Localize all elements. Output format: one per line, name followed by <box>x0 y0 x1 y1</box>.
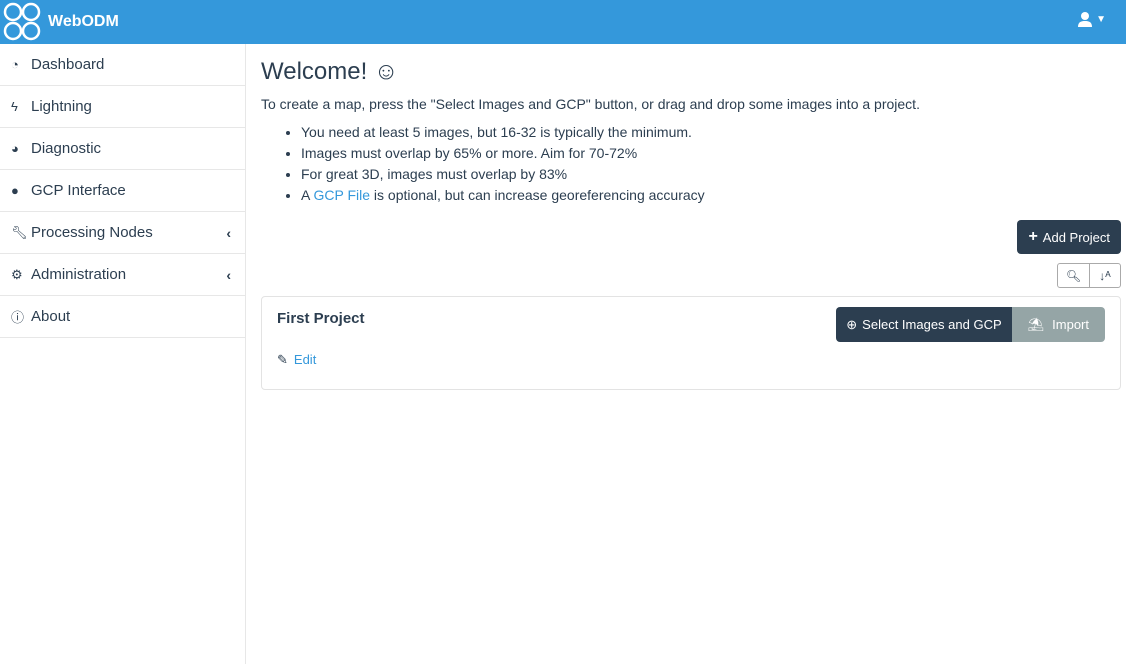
import-icon: ⛱ <box>1027 316 1045 332</box>
sidebar-item-processing-nodes[interactable]: 🔧︎ Processing Nodes ‹ <box>0 212 245 254</box>
tip-text: is optional, but can increase georeferen… <box>370 187 705 203</box>
edit-label: Edit <box>293 352 317 367</box>
tip-item: A GCP File is optional, but can increase… <box>301 185 1121 206</box>
chevron-left-icon: ‹ <box>226 224 231 241</box>
main-content: Welcome! ☺ To create a map, press the "S… <box>261 44 1121 390</box>
edit-icon: ✎ <box>277 352 288 367</box>
sidebar-item-diagnostic[interactable]: ◕ Diagnostic <box>0 128 245 170</box>
tip-item: You need at least 5 images, but 16-32 is… <box>301 122 1121 143</box>
top-navbar: WebODM ▼ <box>0 0 1126 44</box>
sidebar-item-about[interactable]: ⓘ About <box>0 296 245 338</box>
brand-name[interactable]: WebODM <box>48 13 119 31</box>
sidebar: ◔ Dashboard ϟ Lightning ◕ Diagnostic ● GCP I… <box>0 44 246 664</box>
tip-text: A <box>301 187 314 203</box>
select-images-button[interactable]: ⊕ Select Images and GCP <box>836 307 1012 342</box>
project-tools: 🔍︎ ↓ᴬ <box>1057 263 1121 288</box>
intro-text: To create a map, press the "Select Image… <box>261 96 920 112</box>
user-icon <box>1078 12 1093 27</box>
webodm-logo-icon[interactable] <box>3 2 43 42</box>
gcp-file-link[interactable]: GCP File <box>313 187 370 203</box>
sidebar-item-dashboard[interactable]: ◔ Dashboard <box>0 44 245 86</box>
page-title: Welcome! ☺ <box>261 58 399 85</box>
map-marker-icon: ● <box>11 183 19 198</box>
sidebar-item-label: Dashboard <box>31 56 105 73</box>
sidebar-item-gcp-interface[interactable]: ● GCP Interface <box>0 170 245 212</box>
import-label: Import <box>1052 317 1089 332</box>
caret-down-icon: ▼ <box>1096 14 1106 25</box>
sidebar-item-lightning[interactable]: ϟ Lightning <box>0 86 245 128</box>
chevron-left-icon: ‹ <box>226 266 231 283</box>
import-button[interactable]: ⛱ Import <box>1011 307 1105 342</box>
select-images-label: Select Images and GCP <box>862 317 1002 332</box>
sidebar-item-label: About <box>31 308 71 325</box>
info-circle-icon: ⓘ <box>11 310 25 325</box>
sidebar-item-label: Administration <box>31 266 127 283</box>
tip-item: For great 3D, images must overlap by 83% <box>301 164 1121 185</box>
tip-item: Images must overlap by 65% or more. Aim … <box>301 143 1121 164</box>
add-project-button[interactable]: + Add Project <box>1017 220 1121 254</box>
sidebar-item-label: GCP Interface <box>31 182 126 199</box>
sort-alpha-icon[interactable]: ↓ᴬ <box>1089 264 1120 287</box>
upload-circle-icon: ⊕ <box>846 316 858 332</box>
sidebar-item-label: Diagnostic <box>31 140 102 157</box>
edit-project-link[interactable]: ✎ Edit <box>277 352 316 368</box>
sidebar-item-label: Lightning <box>31 98 92 115</box>
sidebar-item-administration[interactable]: ⚙ Administration ‹ <box>0 254 245 296</box>
pie-chart-icon: ◕ <box>11 141 19 156</box>
search-icon[interactable]: 🔍︎ <box>1058 264 1089 287</box>
user-menu[interactable]: ▼ <box>1078 12 1106 27</box>
tips-list: You need at least 5 images, but 16-32 is… <box>301 122 1121 206</box>
bolt-icon: ϟ <box>11 99 18 114</box>
project-name[interactable]: First Project <box>277 310 365 327</box>
add-project-label: Add Project <box>1042 229 1110 245</box>
plus-icon: + <box>1028 228 1038 245</box>
tachometer-icon: ◔ <box>11 57 19 72</box>
project-panel: First Project ⊕ Select Images and GCP ⛱ Im… <box>261 296 1121 390</box>
cogs-icon: ⚙ <box>11 266 23 282</box>
sidebar-item-label: Processing Nodes <box>31 224 153 241</box>
wrench-icon: 🔧︎ <box>11 224 28 240</box>
